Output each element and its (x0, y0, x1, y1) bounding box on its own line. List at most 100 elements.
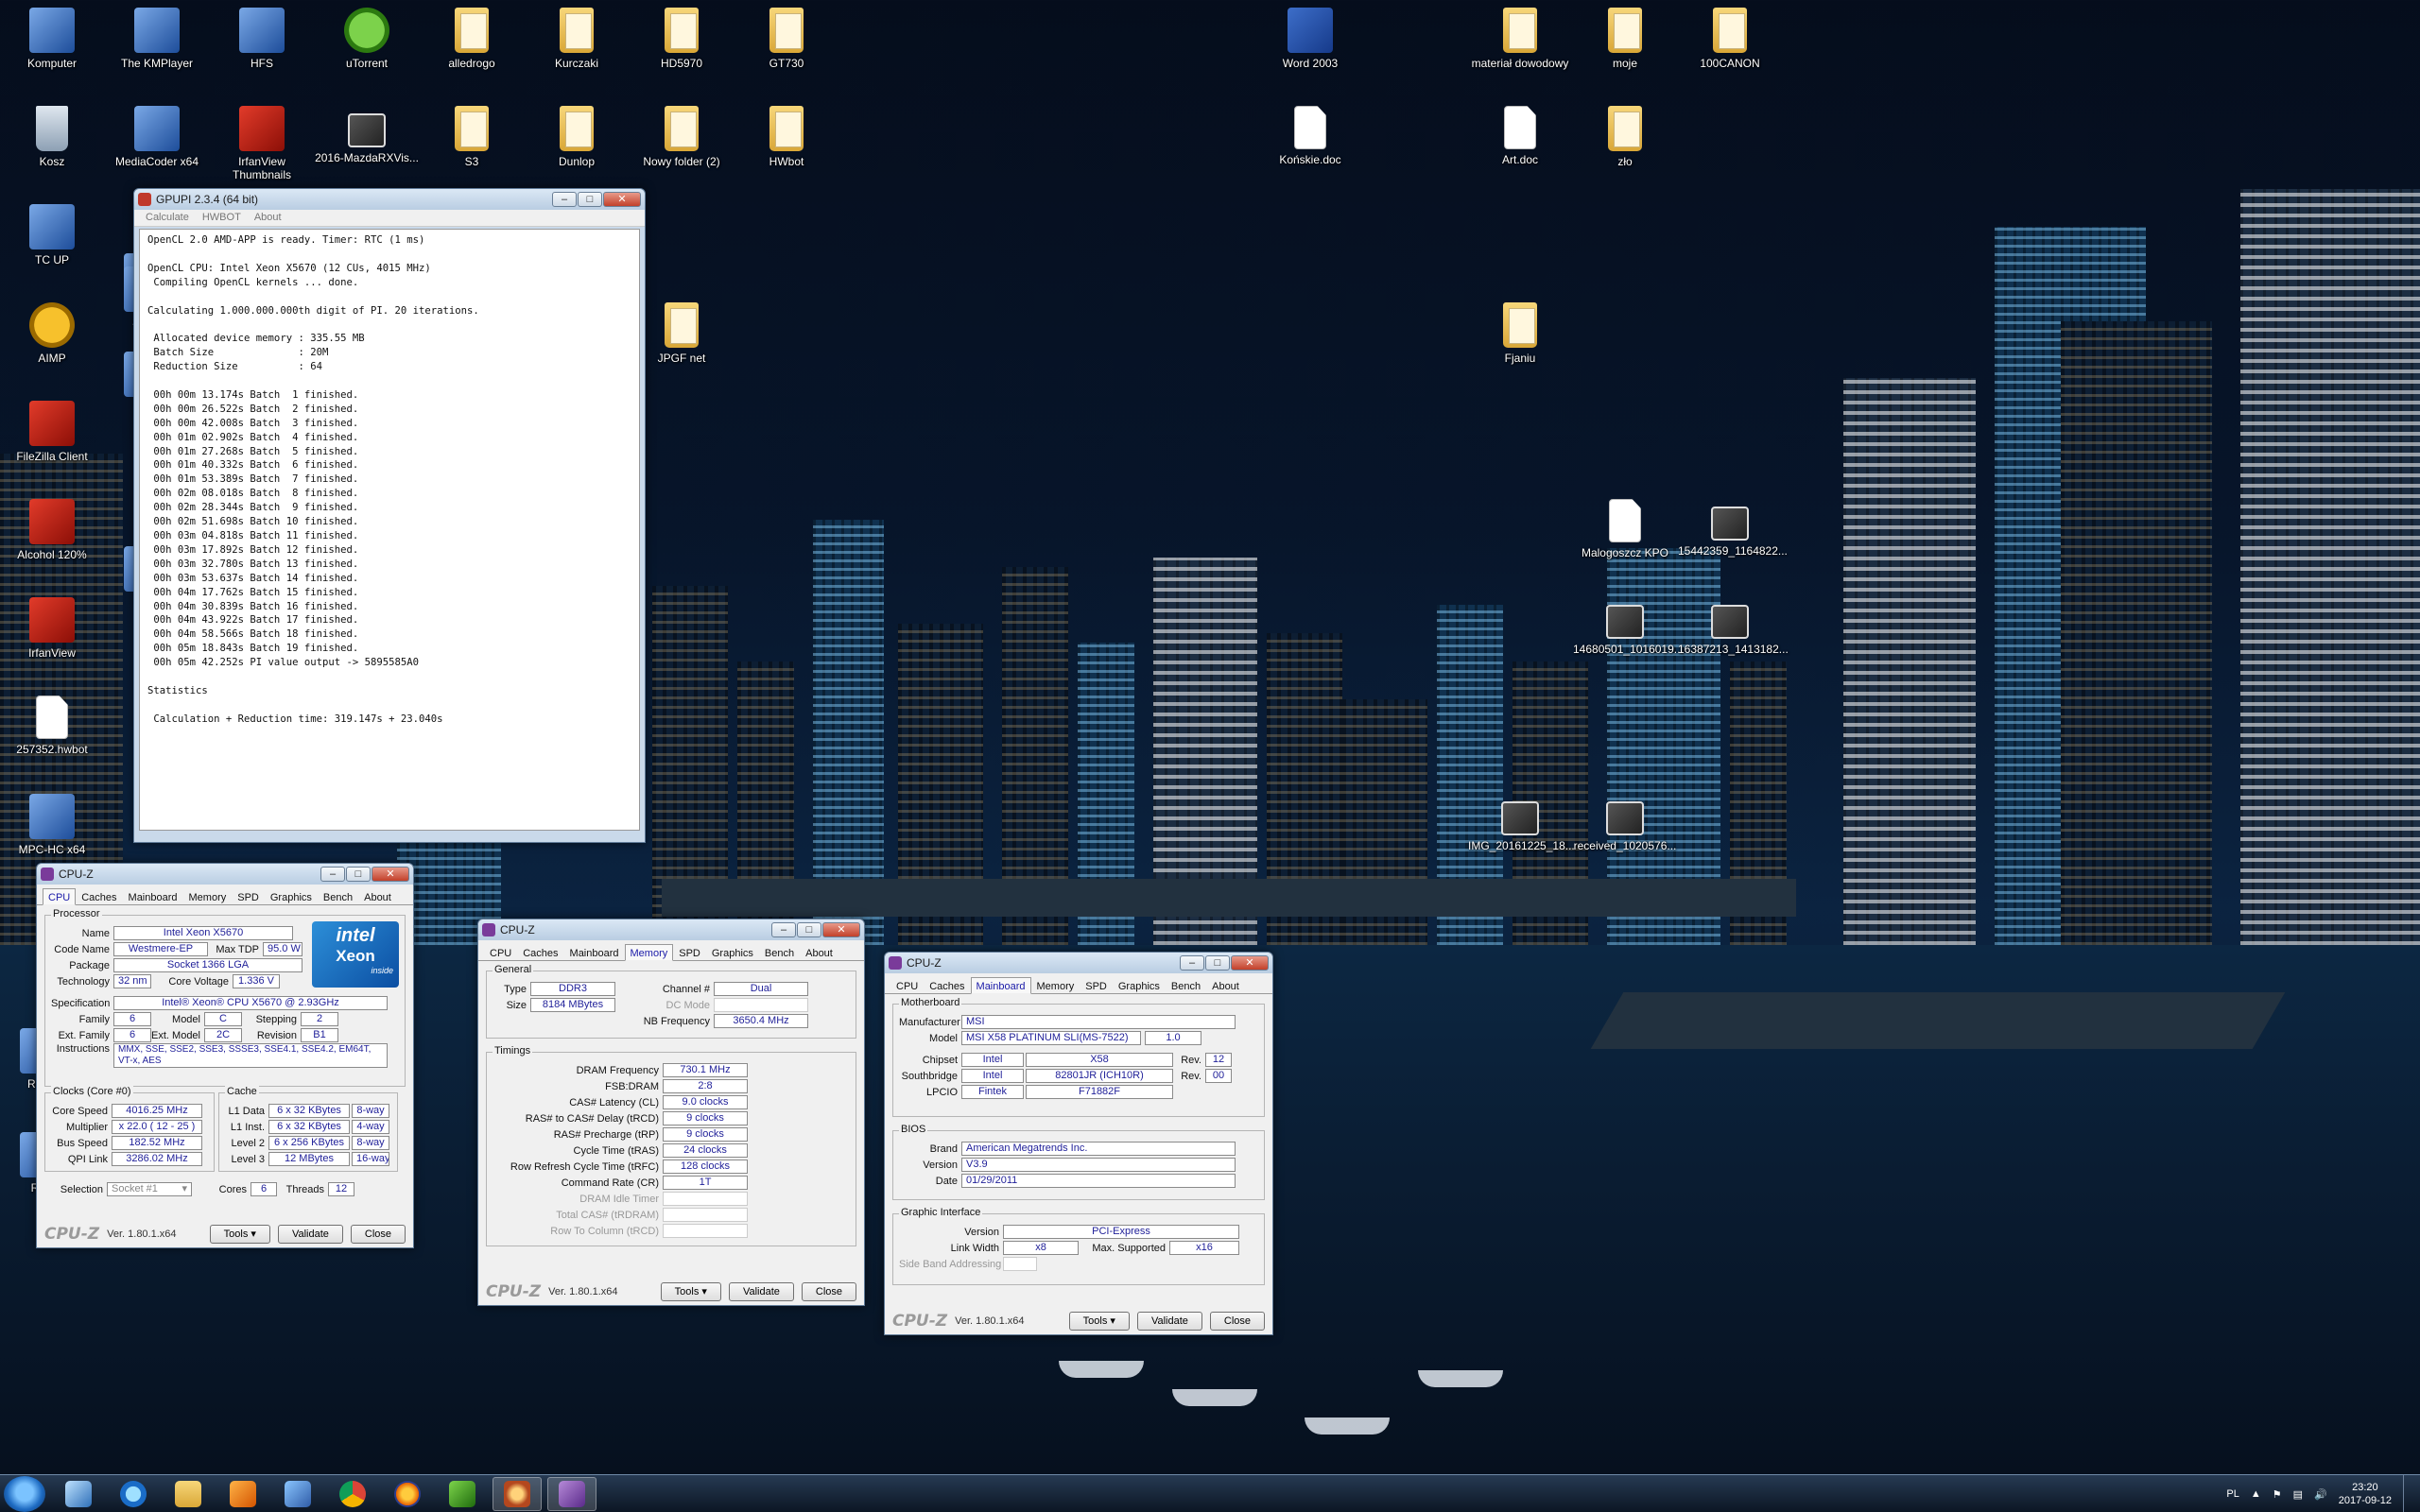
desktop-icon[interactable]: moje (1573, 8, 1677, 70)
taskbar-firefox-button[interactable] (383, 1477, 432, 1511)
tools-button[interactable]: Tools ▾ (660, 1282, 721, 1301)
menu-hwbot[interactable]: HWBOT (202, 212, 241, 224)
maximize-button[interactable]: □ (578, 192, 602, 207)
validate-button[interactable]: Validate (277, 1225, 343, 1244)
desktop-icon[interactable]: Końskie.doc (1258, 106, 1362, 166)
tab-caches[interactable]: Caches (76, 888, 122, 904)
flag-icon[interactable]: ⚑ (2273, 1488, 2282, 1501)
desktop-icon[interactable]: 257352.hwbot (0, 696, 104, 756)
desktop-icon[interactable]: materiał dowodowy (1468, 8, 1572, 70)
desktop-icon[interactable]: 14680501_1016019... (1573, 597, 1684, 656)
taskbar-explorer-button[interactable] (54, 1477, 103, 1511)
volume-icon[interactable]: 🔊 (2314, 1488, 2327, 1501)
tab-mainboard[interactable]: Mainboard (970, 977, 1031, 994)
cpuz-memory-window[interactable]: CPU-Z – □ ✕ CPU Caches Mainboard Memory … (477, 919, 865, 1306)
close-button[interactable]: ✕ (372, 867, 409, 882)
language-indicator[interactable]: PL (2226, 1488, 2238, 1500)
tab-memory[interactable]: Memory (1031, 977, 1080, 993)
taskbar-hfs-button[interactable] (273, 1477, 322, 1511)
close-button[interactable]: Close (801, 1282, 856, 1301)
close-button[interactable]: ✕ (1231, 955, 1269, 971)
desktop-icon[interactable]: TC UP (0, 204, 104, 266)
taskbar-ie-button[interactable] (109, 1477, 158, 1511)
desktop-icon[interactable]: IMG_20161225_18... (1468, 794, 1575, 852)
tab-caches[interactable]: Caches (517, 944, 563, 960)
desktop-icon[interactable]: received_1020576... (1573, 794, 1677, 852)
desktop-icon[interactable]: Dunlop (525, 106, 629, 168)
desktop-icon[interactable]: IrfanView Thumbnails (210, 106, 314, 181)
start-button[interactable] (4, 1475, 45, 1512)
tab-spd[interactable]: SPD (1080, 977, 1113, 993)
taskbar-media-player-button[interactable] (218, 1477, 268, 1511)
desktop-icon[interactable]: Fjaniu (1468, 302, 1572, 365)
desktop-icon[interactable]: zło (1573, 106, 1677, 168)
tab-mainboard[interactable]: Mainboard (123, 888, 183, 904)
validate-button[interactable]: Validate (1136, 1312, 1202, 1331)
tab-bench[interactable]: Bench (759, 944, 800, 960)
close-button[interactable]: Close (1209, 1312, 1265, 1331)
tools-button[interactable]: Tools ▾ (1068, 1312, 1130, 1331)
taskbar-folder-button[interactable] (164, 1477, 213, 1511)
desktop-icon[interactable]: Nowy folder (2) (630, 106, 734, 168)
desktop-icon[interactable]: AIMP (0, 302, 104, 365)
desktop-icon[interactable]: HFS (210, 8, 314, 70)
gpupi-output-console[interactable]: OpenCL 2.0 AMD-APP is ready. Timer: RTC … (139, 229, 640, 831)
desktop-icon[interactable]: Malogoszcz KPO (1573, 499, 1677, 559)
tab-cpu[interactable]: CPU (890, 977, 924, 993)
tab-memory[interactable]: Memory (624, 944, 674, 961)
menu-calculate[interactable]: Calculate (146, 212, 189, 224)
tab-about[interactable]: About (1206, 977, 1245, 993)
cpuz-titlebar[interactable]: CPU-Z – □ ✕ (478, 919, 864, 940)
minimize-button[interactable]: – (771, 922, 796, 937)
desktop-icon[interactable]: Word 2003 (1258, 8, 1362, 70)
desktop-icon[interactable]: S3 (420, 106, 524, 168)
taskbar-gpupi-button[interactable] (493, 1476, 542, 1511)
desktop-icon[interactable]: The KMPlayer (105, 8, 209, 70)
tab-about[interactable]: About (800, 944, 838, 960)
network-icon[interactable]: ▤ (2293, 1488, 2303, 1501)
show-desktop-button[interactable] (2403, 1475, 2414, 1512)
tray-arrow-icon[interactable]: ▲ (2251, 1488, 2261, 1500)
tools-button[interactable]: Tools ▾ (209, 1225, 270, 1244)
desktop-icon[interactable]: 16387213_1413182... (1678, 597, 1789, 656)
tab-cpu[interactable]: CPU (43, 888, 77, 905)
menu-about[interactable]: About (254, 212, 282, 224)
cpuz-titlebar[interactable]: CPU-Z – □ ✕ (885, 953, 1272, 973)
gpupi-titlebar[interactable]: GPUPI 2.3.4 (64 bit) – □ ✕ (134, 189, 645, 210)
taskbar-green-app-button[interactable] (438, 1477, 487, 1511)
cpuz-mainboard-window[interactable]: CPU-Z – □ ✕ CPU Caches Mainboard Memory … (884, 952, 1273, 1335)
validate-button[interactable]: Validate (728, 1282, 794, 1301)
desktop-icon[interactable]: 2016-MazdaRXVis... (315, 106, 419, 164)
tab-memory[interactable]: Memory (183, 888, 233, 904)
cpuz-titlebar[interactable]: CPU-Z – □ ✕ (37, 864, 413, 885)
minimize-button[interactable]: – (552, 192, 577, 207)
desktop-icon[interactable]: GT730 (735, 8, 838, 70)
desktop-icon[interactable]: Kurczaki (525, 8, 629, 70)
desktop-icon[interactable]: Art.doc (1468, 106, 1572, 166)
minimize-button[interactable]: – (1180, 955, 1204, 971)
desktop-icon[interactable]: HWbot (735, 106, 838, 168)
desktop-icon[interactable]: 100CANON (1678, 8, 1782, 70)
tab-cpu[interactable]: CPU (484, 944, 517, 960)
tab-spd[interactable]: SPD (232, 888, 265, 904)
desktop-icon[interactable]: MPC-HC x64 (0, 794, 104, 856)
tab-graphics[interactable]: Graphics (706, 944, 759, 960)
minimize-button[interactable]: – (320, 867, 345, 882)
desktop-icon[interactable]: 15442359_1164822... (1678, 499, 1788, 558)
tab-graphics[interactable]: Graphics (265, 888, 318, 904)
desktop-icon[interactable]: IrfanView (0, 597, 104, 660)
taskbar-chrome-button[interactable] (328, 1477, 377, 1511)
socket-select[interactable]: Socket #1 ▾ (107, 1182, 192, 1196)
desktop-icon[interactable]: Kosz (0, 106, 104, 168)
cpuz-cpu-window[interactable]: CPU-Z – □ ✕ CPU Caches Mainboard Memory … (36, 863, 414, 1248)
tab-graphics[interactable]: Graphics (1113, 977, 1166, 993)
desktop-icon[interactable]: MediaCoder x64 (105, 106, 209, 168)
tab-mainboard[interactable]: Mainboard (564, 944, 625, 960)
close-button[interactable]: Close (350, 1225, 406, 1244)
tab-spd[interactable]: SPD (673, 944, 706, 960)
taskbar-cpuz-button[interactable] (547, 1476, 596, 1511)
desktop-icon[interactable]: Komputer (0, 8, 104, 70)
gpupi-window[interactable]: GPUPI 2.3.4 (64 bit) – □ ✕ Calculate HWB… (133, 188, 646, 843)
desktop-icon[interactable]: uTorrent (315, 8, 419, 70)
desktop-icon[interactable]: alledrogo (420, 8, 524, 70)
